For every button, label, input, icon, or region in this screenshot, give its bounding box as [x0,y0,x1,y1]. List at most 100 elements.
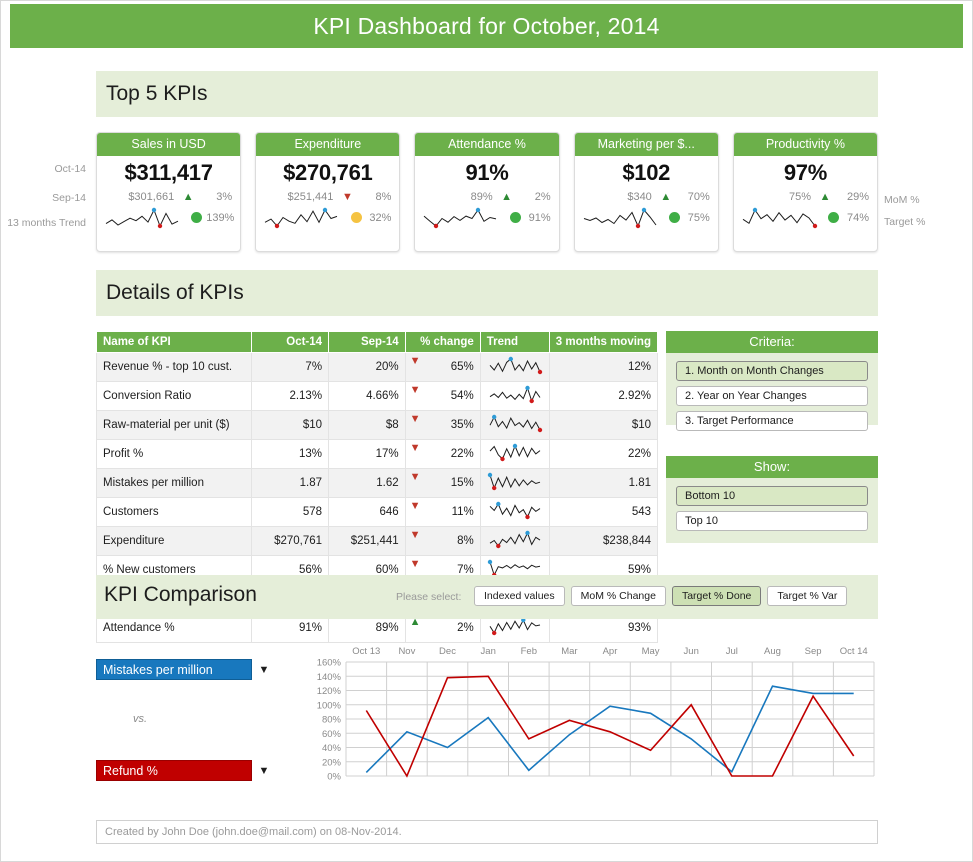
criteria-heading: Criteria: [666,331,878,353]
cell-trend-sparkline [480,469,549,498]
cell-pct-change: ▼65% [405,353,480,382]
trend-up-icon: ▲ [183,191,194,203]
kpi-card-mom-indicator: ▼ [337,191,357,203]
cell-pct-change: ▼54% [405,382,480,411]
series-a-dropdown[interactable]: Mistakes per million ▼ [96,659,276,680]
trend-down-icon: ▼ [410,501,421,512]
kpi-card-prev-value: $301,661 [105,191,178,203]
cell-sep14: 1.62 [329,469,406,498]
cell-sep14: 17% [329,440,406,469]
cell-3month-moving: 12% [549,353,657,382]
comparison-button-2[interactable]: MoM % Change [571,586,666,606]
table-row[interactable]: Expenditure$270,761$251,441▼8%$238,844 [97,527,658,556]
svg-text:May: May [642,646,660,657]
svg-text:120%: 120% [317,686,342,697]
kpi-card-1[interactable]: Sales in USD$311,417$301,661▲3%139% [96,132,241,252]
cell-kpi-name: Mistakes per million [97,469,252,498]
kpi-card-target-pct: 91% [525,212,559,224]
status-dot-icon [665,209,685,227]
kpi-card-4[interactable]: Marketing per $...$102$340▲70%75% [574,132,719,252]
criteria-option-1[interactable]: 1. Month on Month Changes [676,361,868,381]
th-name[interactable]: Name of KPI [97,332,252,353]
series-b-value[interactable]: Refund % [96,760,252,781]
kpi-card-prev-value: $340 [583,191,656,203]
table-row[interactable]: Raw-material per unit ($)$10$8▼35%$10 [97,411,658,440]
th-oct[interactable]: Oct-14 [252,332,329,353]
svg-text:Aug: Aug [764,646,781,657]
chevron-down-icon[interactable]: ▼ [252,765,276,777]
status-dot-icon [187,209,206,227]
show-option-1[interactable]: Bottom 10 [676,486,868,506]
cell-oct14: $270,761 [252,527,329,556]
cell-trend-sparkline [480,498,549,527]
th-sep[interactable]: Sep-14 [329,332,406,353]
cell-3month-moving: $10 [549,411,657,440]
table-row[interactable]: Customers578646▼11%543 [97,498,658,527]
kpi-card-2[interactable]: Expenditure$270,761$251,441▼8%32% [255,132,400,252]
kpi-card-target-row: 91% [415,205,558,233]
cell-oct14: 2.13% [252,382,329,411]
dashboard-title-text: KPI Dashboard for October, 2014 [313,13,659,40]
svg-text:Jun: Jun [684,646,699,657]
table-row[interactable]: Revenue % - top 10 cust.7%20%▼65%12% [97,353,658,382]
section-top-kpis: Top 5 KPIs [96,71,878,117]
th-moving[interactable]: 3 months moving [549,332,657,353]
trend-up-icon: ▲ [501,191,512,203]
status-dot-icon [346,209,366,227]
series-b-dropdown[interactable]: Refund % ▼ [96,760,276,781]
kpi-card-mom-row: 89%▲2% [415,188,558,205]
kpi-card-title: Productivity % [734,133,877,156]
kpi-card-target-pct: 75% [684,212,718,224]
status-dot-icon [505,209,525,227]
table-row[interactable]: Profit %13%17%▼22%22% [97,440,658,469]
criteria-option-3[interactable]: 3. Target Performance [676,411,868,431]
svg-text:20%: 20% [322,757,342,768]
kpi-card-sparkline [415,205,505,231]
cell-trend-sparkline [480,527,549,556]
cell-trend-sparkline [480,440,549,469]
cell-oct14: 13% [252,440,329,469]
cell-pct-change: ▼35% [405,411,480,440]
kpi-card-3[interactable]: Attendance %91%89%▲2%91% [414,132,559,252]
show-options: Bottom 10 Top 10 [666,478,878,539]
kpi-card-strip: Sales in USD$311,417$301,661▲3%139%Expen… [96,132,878,252]
kpi-card-mom-pct: 70% [676,191,710,203]
show-option-2[interactable]: Top 10 [676,511,868,531]
cell-kpi-name: Profit % [97,440,252,469]
chevron-down-icon[interactable]: ▼ [252,664,276,676]
status-dot-icon [824,209,844,227]
kpi-card-mom-row: $251,441▼8% [256,188,399,205]
footer-text: Created by John Doe (john.doe@mail.com) … [105,826,402,838]
trend-up-icon: ▲ [820,191,831,203]
kpi-card-mom-pct: 3% [198,191,232,203]
th-change[interactable]: % change [405,332,480,353]
svg-text:0%: 0% [327,772,341,783]
kpi-card-sparkline [575,205,665,231]
kpi-card-value: $311,417 [97,156,240,188]
series-a-value[interactable]: Mistakes per million [96,659,252,680]
kpi-card-value: 97% [734,156,877,188]
kpi-card-prev-value: $251,441 [264,191,337,203]
footer-credit[interactable]: Created by John Doe (john.doe@mail.com) … [96,820,878,844]
cell-trend-sparkline [480,411,549,440]
criteria-option-2[interactable]: 2. Year on Year Changes [676,386,868,406]
svg-text:Jul: Jul [726,646,738,657]
kpi-card-title: Attendance % [415,133,558,156]
dashboard-title: KPI Dashboard for October, 2014 [10,4,963,48]
comparison-button-4[interactable]: Target % Var [767,586,847,606]
comparison-button-3[interactable]: Target % Done [672,586,761,606]
kpi-card-value: $102 [575,156,718,188]
cell-kpi-name: Revenue % - top 10 cust. [97,353,252,382]
cell-oct14: 1.87 [252,469,329,498]
svg-text:Oct 13: Oct 13 [352,646,380,657]
kpi-card-mom-pct: 29% [835,191,869,203]
table-row[interactable]: Mistakes per million1.871.62▼15%1.81 [97,469,658,498]
kpi-card-value: $270,761 [256,156,399,188]
comparison-button-1[interactable]: Indexed values [474,586,565,606]
table-row[interactable]: Conversion Ratio2.13%4.66%▼54%2.92% [97,382,658,411]
svg-text:140%: 140% [317,672,342,683]
th-trend[interactable]: Trend [480,332,549,353]
row-label-target: Target % [884,216,925,228]
kpi-card-mom-indicator: ▲ [815,191,835,203]
kpi-card-5[interactable]: Productivity %97%75%▲29%74% [733,132,878,252]
